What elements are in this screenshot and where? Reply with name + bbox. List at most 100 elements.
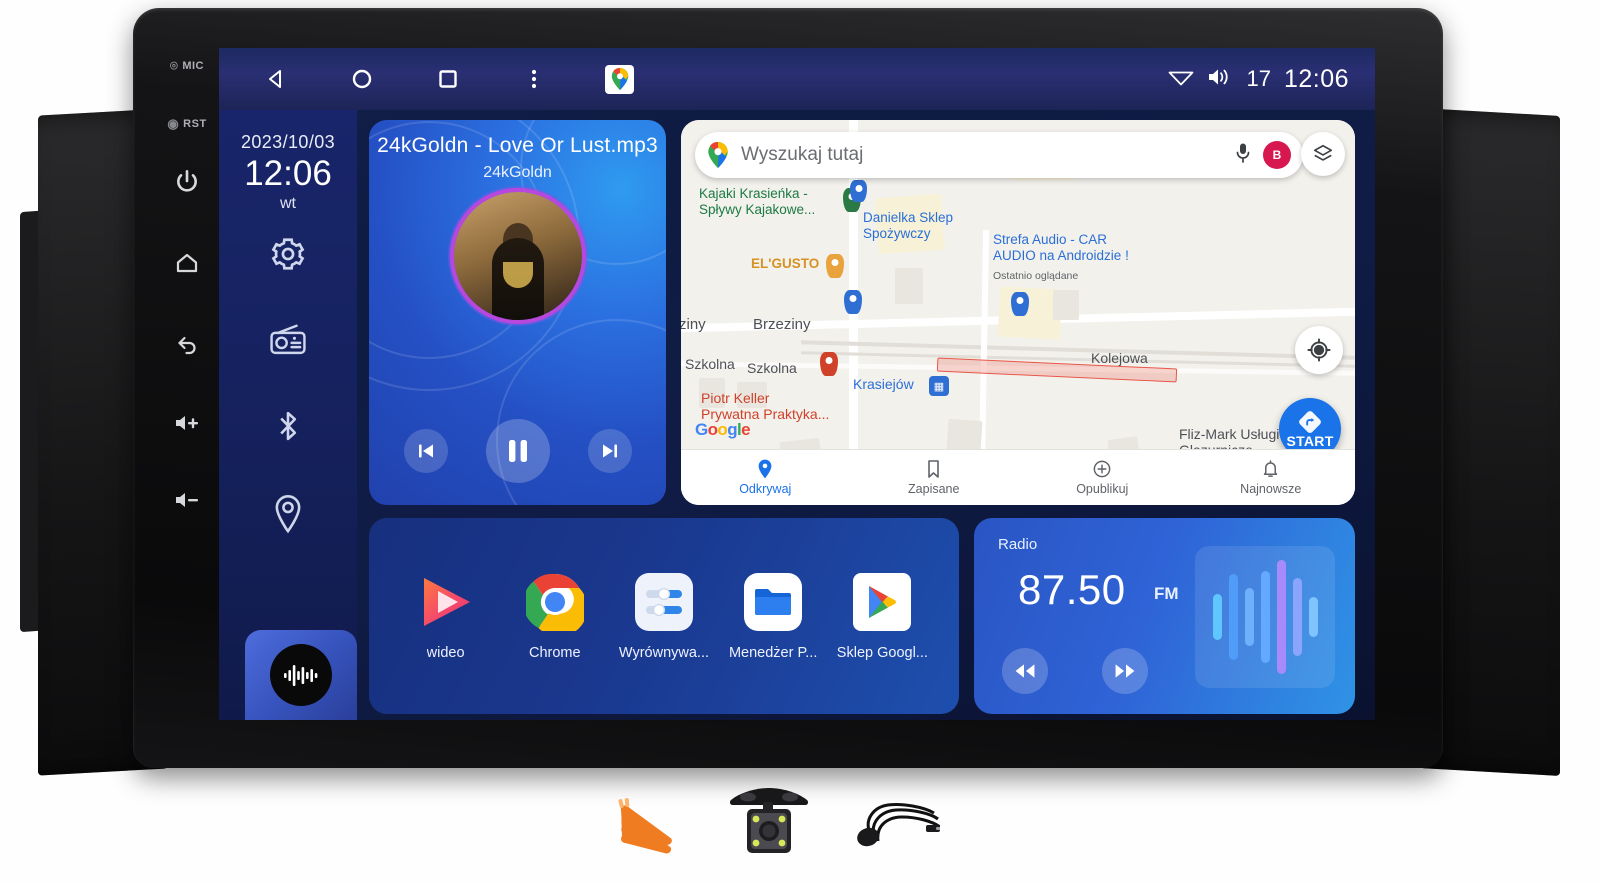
play-pause-button[interactable] xyxy=(485,419,550,483)
overflow-icon[interactable] xyxy=(519,64,549,94)
maps-nav-label: Opublikuj xyxy=(1076,482,1129,496)
android-status-bar: 17 12:06 xyxy=(219,48,1375,110)
android-nav-buttons xyxy=(261,64,634,94)
map-pin-shop[interactable] xyxy=(1011,292,1029,316)
radio-title: Radio xyxy=(998,536,1038,553)
search-input[interactable]: Wyszukaj tutaj xyxy=(741,144,1223,166)
next-track-button[interactable] xyxy=(587,429,632,473)
map-railway xyxy=(801,340,1355,360)
mic-hole-icon: ⌾ xyxy=(170,58,179,73)
start-label: START xyxy=(1286,433,1334,449)
sound-wave-icon xyxy=(1195,546,1335,688)
volume-icon xyxy=(1207,67,1233,92)
map-label: Danielka Sklep Spożywczy xyxy=(863,210,954,241)
map-pin-shop[interactable] xyxy=(844,290,862,314)
map-label: Szkolna xyxy=(747,360,797,376)
maps-nav-label: Zapisane xyxy=(908,482,960,496)
home-icon[interactable] xyxy=(347,64,377,94)
navigation-arrow-icon xyxy=(1299,411,1321,433)
map-label: ziny xyxy=(681,316,706,333)
track-artist: 24kGoldn xyxy=(483,164,552,181)
map-label: Kolejowa xyxy=(1091,350,1148,366)
map-pin-blue[interactable] xyxy=(850,180,867,202)
app-label: Menedżer P... xyxy=(728,645,818,661)
back-icon[interactable] xyxy=(261,64,291,94)
app-label: wideo xyxy=(426,645,465,661)
app-shortcut-play-store[interactable]: Sklep Googl... xyxy=(830,571,934,661)
avatar[interactable]: B xyxy=(1263,141,1291,169)
mic-label: ⌾ MIC xyxy=(170,58,204,73)
my-location-icon[interactable] xyxy=(1295,326,1343,374)
app-label: Wyrównywa... xyxy=(618,645,710,661)
status-indicators: 17 12:06 xyxy=(1168,65,1349,94)
touchscreen[interactable]: 17 12:06 2023/10/03 12:06 wt 24kGoldn - … xyxy=(219,48,1375,720)
reversing-camera-icon xyxy=(721,784,817,867)
map-pin-restaurant[interactable] xyxy=(826,254,844,278)
maps-nav-explore[interactable]: Odkrywaj xyxy=(681,459,850,496)
recents-icon[interactable] xyxy=(433,64,463,94)
map-label: Kajaki Krasieńka - Spływy Kajakowe... xyxy=(699,186,816,217)
map-poi-station[interactable]: ▦ xyxy=(929,376,949,396)
music-transport-controls xyxy=(369,419,666,483)
panel-time: 12:06 xyxy=(244,154,332,193)
settings-icon[interactable] xyxy=(269,235,307,278)
music-dock-button[interactable] xyxy=(245,630,357,720)
map-block xyxy=(895,268,923,304)
maps-nav-saved[interactable]: Zapisane xyxy=(850,459,1019,496)
maps-nav-updates[interactable]: Najnowsze xyxy=(1187,459,1356,496)
radio-widget[interactable]: Radio 87.50 FM xyxy=(974,518,1355,714)
microphone-cable-icon xyxy=(848,787,942,864)
music-widget[interactable]: 24kGoldn - Love Or Lust.mp3 24kGoldn xyxy=(369,120,666,505)
bell-icon xyxy=(1264,460,1278,477)
google-maps-icon[interactable] xyxy=(605,64,634,94)
bookmark-icon xyxy=(928,460,940,478)
home-left-panel: 2023/10/03 12:06 wt xyxy=(219,110,357,720)
map-pin-clinic[interactable] xyxy=(820,352,838,376)
radio-band: FM xyxy=(1154,584,1179,603)
maps-nav-label: Najnowsze xyxy=(1240,482,1302,496)
map-label: Brzeziny xyxy=(753,316,811,333)
radio-seek-down-button[interactable] xyxy=(1002,648,1048,694)
map-label: EL'GUSTO xyxy=(751,256,820,271)
plus-circle-icon xyxy=(1093,460,1111,478)
prev-track-button[interactable] xyxy=(403,429,448,473)
included-accessories xyxy=(600,770,950,880)
volume-up-button[interactable] xyxy=(173,413,201,438)
maps-nav-label: Odkrywaj xyxy=(739,482,792,496)
file-manager-icon xyxy=(742,571,804,633)
map-block xyxy=(1053,290,1079,320)
bluetooth-icon[interactable] xyxy=(271,407,305,450)
reset-label[interactable]: ◉ RST xyxy=(167,116,206,132)
radio-seek-up-button[interactable] xyxy=(1102,648,1148,694)
app-label: Chrome xyxy=(528,645,581,661)
map-label: Szkolna xyxy=(685,356,735,372)
app-shortcut-list: wideo Chrome Wyrównywa... Menedżer P... … xyxy=(369,518,959,714)
panel-date: 2023/10/03 xyxy=(240,132,336,152)
layers-icon[interactable] xyxy=(1301,132,1345,176)
microphone-icon[interactable] xyxy=(1235,142,1251,169)
back-button[interactable] xyxy=(174,332,201,361)
location-icon[interactable] xyxy=(271,494,305,539)
map-label: Piotr Keller Prywatna Praktyka... xyxy=(701,390,830,423)
radio-icon[interactable] xyxy=(268,322,308,363)
volume-down-button[interactable] xyxy=(173,490,201,515)
apps-widget[interactable]: wideo Chrome Wyrównywa... Menedżer P... … xyxy=(369,518,959,714)
panel-quick-icons xyxy=(268,235,308,539)
album-art xyxy=(453,192,582,320)
power-button[interactable] xyxy=(174,168,200,199)
maps-widget[interactable]: ▦ Kajaki Krasieńka - Spływy Kajakowe... … xyxy=(681,120,1355,505)
maps-pin-icon xyxy=(708,142,728,168)
volume-value: 17 xyxy=(1246,66,1271,91)
reset-hole-icon: ◉ xyxy=(167,116,180,131)
maps-nav-contribute[interactable]: Opublikuj xyxy=(1018,459,1187,496)
map-label: Strefa Audio - CAR AUDIO na Androidzie ! xyxy=(993,232,1129,263)
app-shortcut-file-manager[interactable]: Menedżer P... xyxy=(721,571,825,661)
app-shortcut-equalizer[interactable]: Wyrównywa... xyxy=(612,571,716,661)
radio-frequency: 87.50 xyxy=(1018,566,1126,613)
app-shortcut-chrome[interactable]: Chrome xyxy=(503,571,607,661)
home-button[interactable] xyxy=(174,251,200,280)
map-label-sub: Ostatnio oglądane xyxy=(993,270,1079,282)
map-search-bar[interactable]: Wyszukaj tutaj B xyxy=(695,132,1303,178)
app-shortcut-wideo[interactable]: wideo xyxy=(394,571,498,661)
track-title: 24kGoldn - Love Or Lust.mp3 xyxy=(377,134,658,157)
